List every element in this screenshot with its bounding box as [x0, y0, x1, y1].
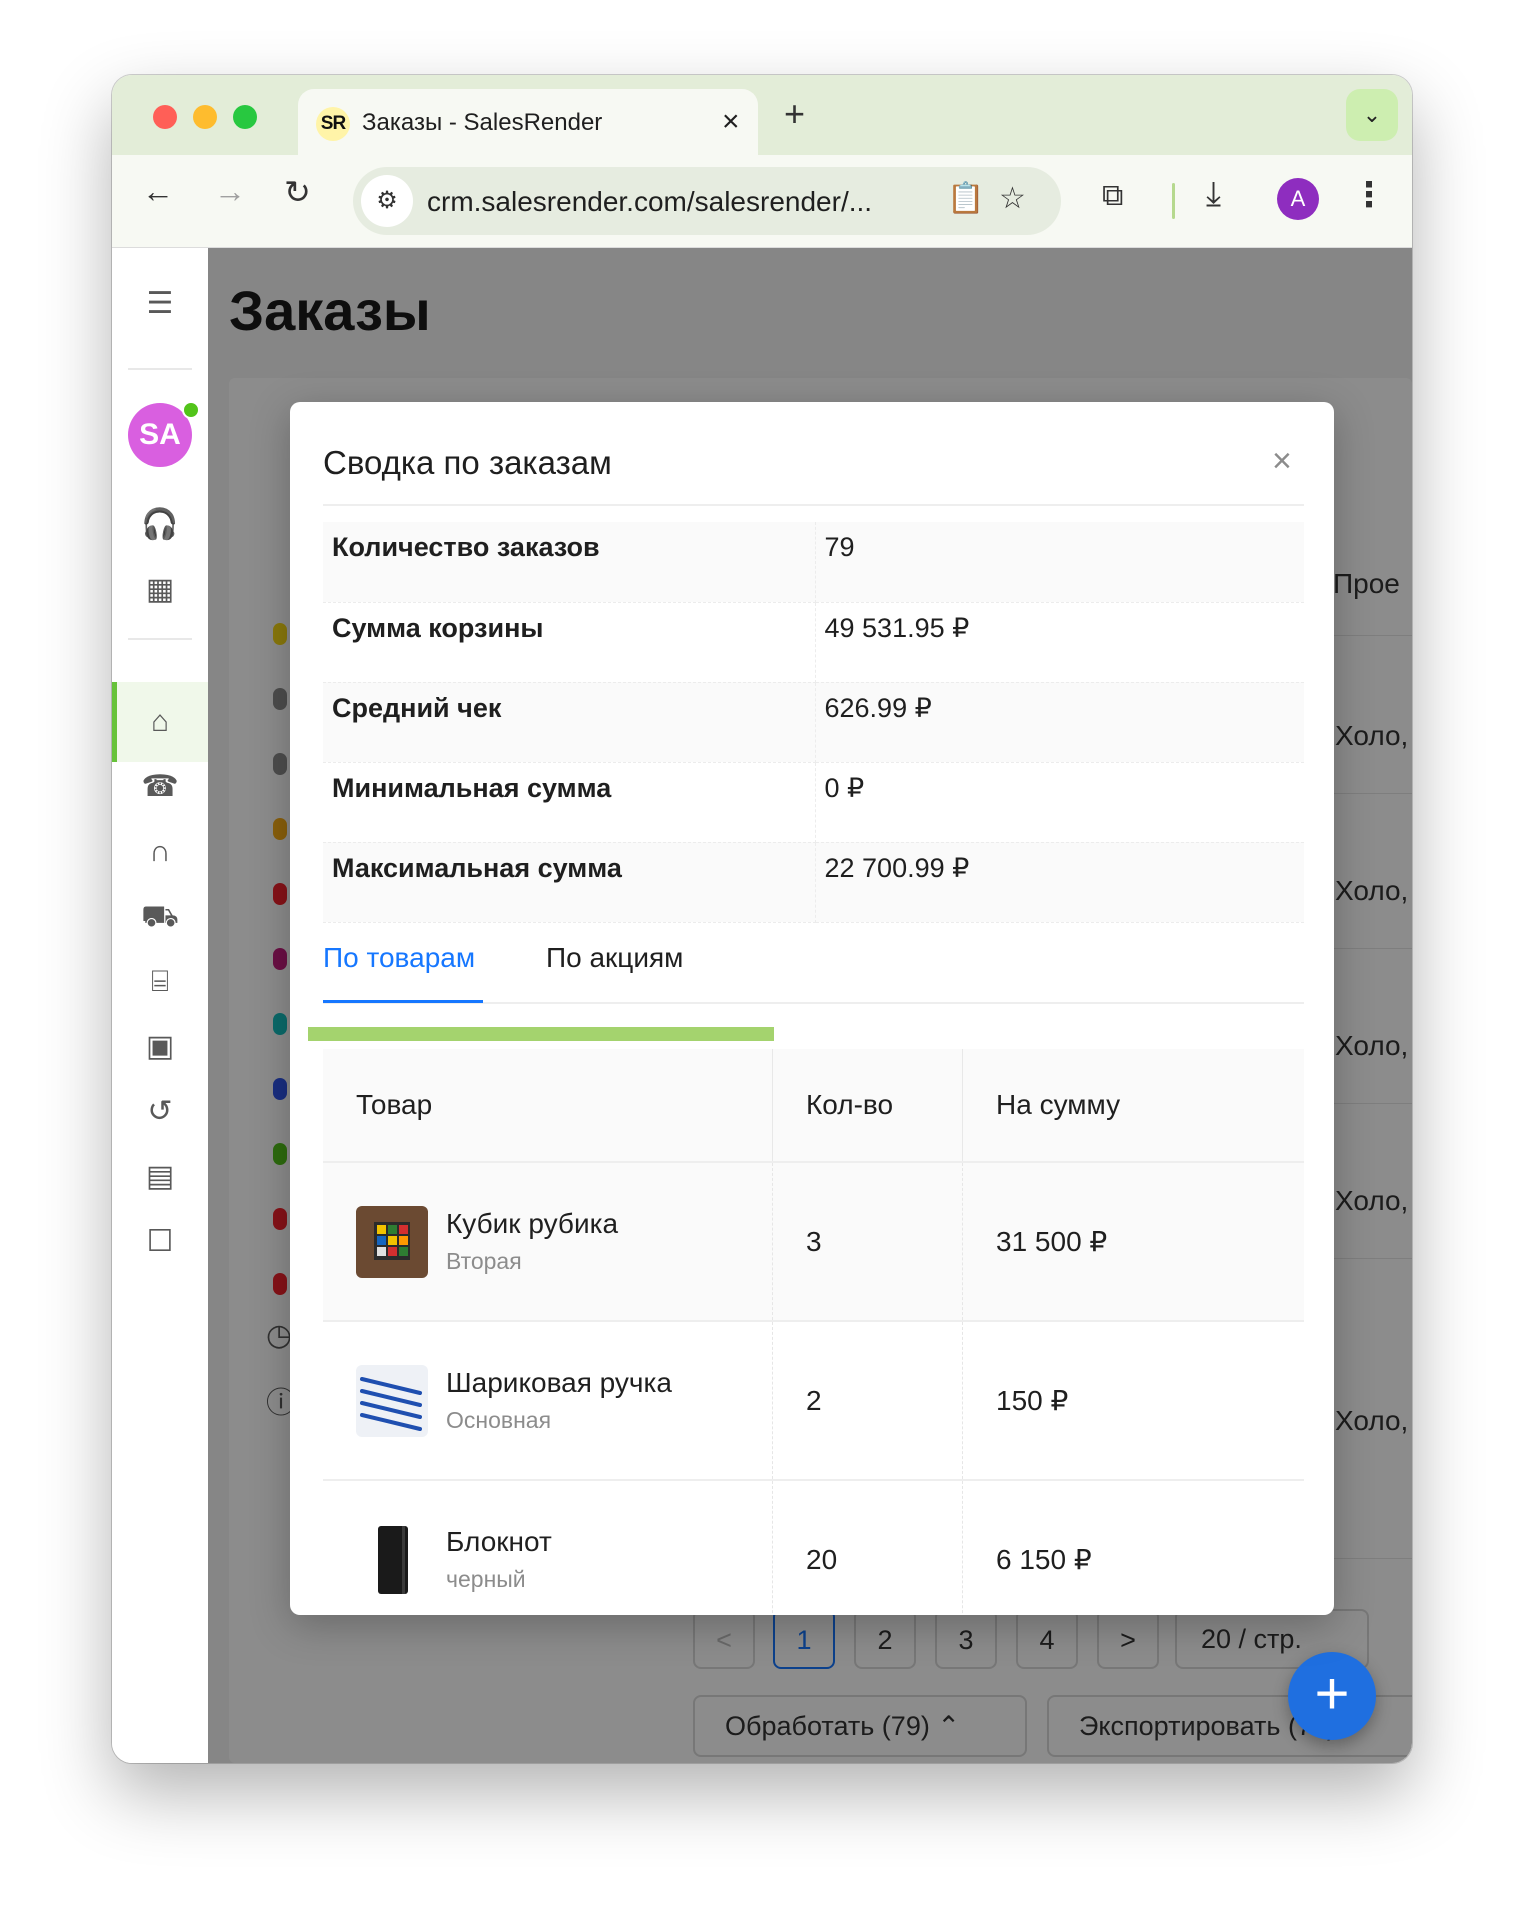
reload-icon[interactable]: ↻ — [284, 173, 311, 211]
summary-value: 79 — [815, 522, 1304, 603]
table-row: Блокнот черный 20 6 150 ₽ — [323, 1480, 1304, 1615]
orders-summary-modal: Сводка по заказам × Количество заказов 7… — [290, 402, 1334, 1615]
summary-row: Средний чек 626.99 ₽ — [323, 682, 1304, 763]
column-header-product: Товар — [323, 1049, 773, 1163]
column-header-quantity: Кол-во — [772, 1049, 963, 1163]
sum-cell: 6 150 ₽ — [962, 1480, 1304, 1615]
tab-search-chevron-icon[interactable]: ⌄ — [1346, 89, 1398, 141]
summary-label: Сумма корзины — [323, 602, 816, 683]
address-bar[interactable]: ⚙ crm.salesrender.com/salesrender/... 📋 … — [353, 167, 1061, 235]
chat-icon[interactable]: ☐ — [136, 1218, 184, 1266]
building-icon[interactable]: ▦ — [136, 566, 184, 614]
headset-icon[interactable]: 🎧 — [136, 501, 184, 549]
product-name: Шариковая ручка — [446, 1367, 672, 1398]
product-variant: черный — [446, 1566, 526, 1592]
sum-cell: 150 ₽ — [962, 1321, 1304, 1481]
summary-label: Средний чек — [323, 682, 816, 763]
summary-value: 626.99 ₽ — [815, 682, 1304, 763]
app-sidebar: ☰ SA 🎧 ▦ ⌂ ☎ ∩ ⛟ ⌸ ▣ ↺ ▤ ☐ — [112, 248, 209, 1763]
profile-avatar[interactable]: A — [1277, 178, 1319, 220]
quantity-cell: 3 — [772, 1162, 963, 1322]
summary-value: 22 700.99 ₽ — [815, 842, 1304, 923]
tab-by-products[interactable]: По товарам — [323, 942, 475, 974]
summary-label: Минимальная сумма — [323, 762, 816, 843]
salesrender-favicon-icon: SR — [316, 107, 350, 141]
truck-icon[interactable]: ⛟ — [136, 893, 184, 941]
clipboard-icon[interactable]: 📋 — [947, 181, 984, 216]
sidebar-divider — [128, 638, 192, 640]
sidebar-active-indicator — [112, 682, 117, 762]
summary-table: Количество заказов 79 Сумма корзины 49 5… — [323, 522, 1304, 923]
close-icon[interactable]: × — [1272, 442, 1292, 481]
pen-thumbnail — [356, 1364, 428, 1437]
tab-title: Заказы - SalesRender — [362, 109, 603, 136]
extensions-icon[interactable]: ⧉ — [1102, 179, 1123, 213]
modal-divider — [323, 504, 1304, 506]
product-name: Кубик рубика — [446, 1208, 619, 1239]
close-window-button[interactable] — [153, 105, 177, 129]
notebook-thumbnail — [356, 1523, 428, 1596]
product-cell: Блокнот черный — [323, 1480, 773, 1615]
site-settings-icon[interactable]: ⚙ — [361, 175, 413, 227]
summary-value: 0 ₽ — [815, 762, 1304, 843]
minimize-window-button[interactable] — [193, 105, 217, 129]
download-icon[interactable]: ⤓ — [1206, 175, 1221, 214]
summary-label: Количество заказов — [323, 522, 816, 603]
summary-row: Максимальная сумма 22 700.99 ₽ — [323, 842, 1304, 923]
product-cell: Кубик рубика Вторая — [323, 1162, 773, 1322]
headphones-icon[interactable]: ∩ — [136, 828, 184, 876]
id-card-icon[interactable]: ▤ — [136, 1153, 184, 1201]
back-icon[interactable]: ← — [142, 173, 174, 210]
browser-window: SR Заказы - SalesRender × + ⌄ ← → ↻ ⚙ cr… — [112, 75, 1412, 1763]
modal-title: Сводка по заказам — [323, 444, 612, 481]
menu-icon[interactable]: ☰ — [136, 280, 184, 328]
store-icon[interactable]: ⌂ — [136, 698, 184, 746]
browser-tab[interactable]: SR Заказы - SalesRender × — [298, 89, 758, 155]
table-header-row: Товар Кол-во На сумму — [323, 1049, 1304, 1163]
online-status-dot — [182, 401, 200, 419]
product-variant: Вторая — [446, 1248, 522, 1274]
sidebar-divider — [128, 368, 192, 370]
tab-close-icon[interactable]: × — [722, 105, 740, 139]
history-icon[interactable]: ↺ — [136, 1088, 184, 1136]
new-tab-icon[interactable]: + — [784, 93, 805, 135]
forward-icon[interactable]: → — [214, 173, 246, 210]
product-name: Блокнот — [446, 1526, 552, 1557]
summary-value: 49 531.95 ₽ — [815, 602, 1304, 683]
products-table: Товар Кол-во На сумму Кубик рубика Втора… — [323, 1049, 1304, 1615]
rubiks-cube-thumbnail — [356, 1205, 428, 1278]
maximize-window-button[interactable] — [233, 105, 257, 129]
product-variant: Основная — [446, 1407, 552, 1433]
summary-label: Максимальная сумма — [323, 842, 816, 923]
table-row: Шариковая ручка Основная 2 150 ₽ — [323, 1321, 1304, 1481]
table-row: Кубик рубика Вторая 3 31 500 ₽ — [323, 1162, 1304, 1322]
summary-row: Минимальная сумма 0 ₽ — [323, 762, 1304, 843]
sum-cell: 31 500 ₽ — [962, 1162, 1304, 1322]
incoming-call-icon[interactable]: ☎ — [136, 763, 184, 811]
add-order-button[interactable]: + — [1288, 1652, 1376, 1740]
column-header-sum: На сумму — [962, 1049, 1304, 1163]
summary-tabs: По товарам По акциям — [323, 942, 1304, 1004]
quantity-cell: 2 — [772, 1321, 963, 1481]
browser-toolbar: ← → ↻ ⚙ crm.salesrender.com/salesrender/… — [112, 155, 1412, 248]
tab-by-promotions[interactable]: По акциям — [546, 942, 683, 974]
horizontal-scrollbar[interactable] — [308, 1027, 774, 1041]
tab-strip: SR Заказы - SalesRender × + ⌄ — [112, 75, 1412, 155]
warehouse-icon[interactable]: ⌸ — [136, 958, 184, 1006]
bookmark-star-icon[interactable]: ☆ — [999, 181, 1026, 216]
summary-row: Количество заказов 79 — [323, 522, 1304, 603]
product-cell: Шариковая ручка Основная — [323, 1321, 773, 1481]
toolbar-divider — [1172, 183, 1175, 219]
summary-row: Сумма корзины 49 531.95 ₽ — [323, 602, 1304, 683]
browser-menu-icon[interactable]: ⋮ — [1352, 175, 1386, 215]
url-text[interactable]: crm.salesrender.com/salesrender/... — [427, 186, 872, 218]
quantity-cell: 20 — [772, 1480, 963, 1615]
active-tab-indicator — [323, 1000, 483, 1003]
contact-card-icon[interactable]: ▣ — [136, 1023, 184, 1071]
